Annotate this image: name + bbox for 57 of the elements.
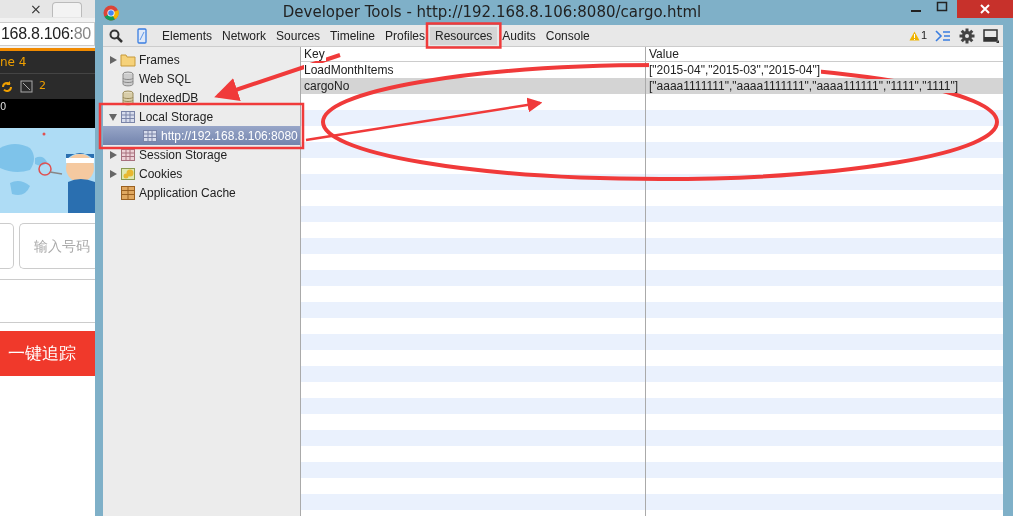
toolbar-count: 2 <box>39 78 46 95</box>
table-cell: LoadMonthItems <box>304 63 395 77</box>
warning-icon <box>908 30 920 41</box>
database-icon <box>120 70 136 87</box>
panel-tab[interactable]: Elements <box>157 26 218 45</box>
tree-item[interactable]: Application Cache <box>139 183 236 202</box>
window-title: Developer Tools - http://192.168.8.106:8080/cargo.html <box>281 2 703 24</box>
close-icon <box>979 3 991 15</box>
browser-logo <box>103 4 119 21</box>
tree-toggle-icon[interactable] <box>108 149 118 160</box>
tree-item[interactable]: Cookies <box>139 164 183 183</box>
table-cell: ["aaaa1111111","aaaa1111111","aaaa111111","1111","1111"] <box>649 79 960 93</box>
console-drawer-icon[interactable] <box>935 29 951 42</box>
cookie-icon <box>120 165 136 182</box>
column-header[interactable]: Value <box>649 47 680 61</box>
minimize-icon <box>911 10 921 12</box>
tree-item[interactable]: Session Storage <box>139 145 228 164</box>
tree-item[interactable]: IndexedDB <box>139 88 199 107</box>
column-header[interactable]: Key <box>304 47 326 61</box>
panel-tab[interactable]: Console <box>540 26 595 45</box>
table-icon <box>120 108 136 125</box>
table-row[interactable]: cargoNo ["aaaa1111111","aaaa1111111","aaaa111111","1111","1111"] <box>301 78 1003 94</box>
table-cell: ["2015-04","2015-03","2015-04"] <box>649 63 821 77</box>
table-icon <box>142 127 158 144</box>
panel-tab[interactable]: Resources <box>430 26 498 45</box>
tree-toggle-icon[interactable] <box>108 111 118 122</box>
settings-icon[interactable] <box>959 27 975 44</box>
tree-item[interactable]: Frames <box>139 50 180 69</box>
ruler-label: 0 <box>0 101 7 112</box>
device-icon[interactable] <box>137 27 147 44</box>
tree-item[interactable]: Local Storage <box>139 107 214 126</box>
table-cell: cargoNo <box>304 79 351 93</box>
panel-tab[interactable]: Timeline <box>325 26 380 45</box>
close-button[interactable] <box>957 0 1013 18</box>
tree-item[interactable]: Web SQL <box>139 69 191 88</box>
table-icon <box>120 146 136 163</box>
search-icon[interactable] <box>109 28 123 43</box>
toolbar-title: ne 4 <box>0 54 28 71</box>
tree-toggle-icon[interactable] <box>108 168 118 179</box>
track-button[interactable]: 一键追踪 <box>0 331 95 376</box>
input-field[interactable] <box>0 223 14 269</box>
tab-close-button[interactable]: × <box>30 2 42 16</box>
refresh-icon[interactable] <box>0 79 14 94</box>
expand-icon[interactable] <box>20 80 33 93</box>
panel-tab[interactable]: Network <box>217 26 272 45</box>
dock-icon[interactable] <box>983 28 999 43</box>
address-bar[interactable]: 168.8.106:80 <box>0 22 95 46</box>
maximize-icon <box>936 1 948 13</box>
cabinet-icon <box>120 184 136 201</box>
panel-tab[interactable]: Profiles <box>380 26 430 45</box>
panel-tab[interactable]: Sources <box>271 26 326 45</box>
panel-tab[interactable]: Audits <box>497 26 541 45</box>
tree-toggle-icon[interactable] <box>108 54 118 65</box>
warning-count[interactable]: 1 <box>920 27 927 44</box>
number-field[interactable]: 输入号码 <box>19 223 95 269</box>
folder-icon <box>120 51 136 68</box>
database-icon <box>120 89 136 106</box>
